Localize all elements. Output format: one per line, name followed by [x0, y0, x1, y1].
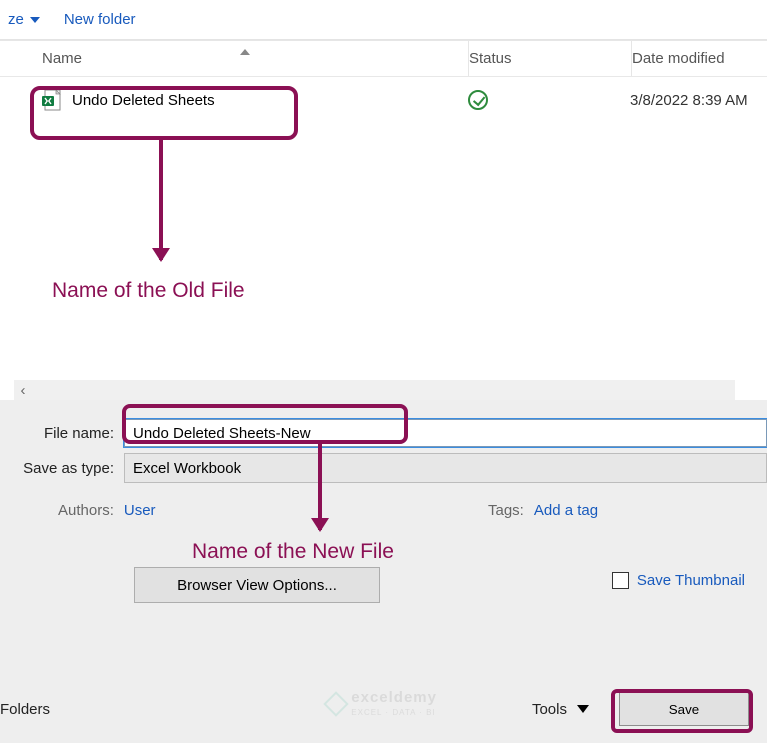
authors-value[interactable]: User — [124, 502, 156, 519]
file-name-cell: Undo Deleted Sheets — [0, 89, 468, 111]
sort-ascending-icon — [240, 49, 250, 55]
file-row[interactable]: Undo Deleted Sheets 3/8/2022 8:39 AM — [0, 77, 767, 123]
folders-label: Folders — [0, 701, 50, 718]
save-button-label: Save — [669, 702, 699, 717]
column-header-name[interactable]: Name — [0, 50, 468, 67]
file-name-label: File name: — [0, 425, 124, 442]
excel-file-icon — [42, 89, 62, 111]
column-header-date[interactable]: Date modified — [632, 50, 767, 67]
save-thumbnail-label[interactable]: Save Thumbnail — [637, 572, 745, 589]
tools-label: Tools — [532, 701, 567, 718]
tags-label: Tags: — [488, 502, 524, 519]
save-thumbnail-row: Save Thumbnail — [612, 572, 745, 589]
file-name-input[interactable] — [124, 419, 767, 447]
organize-dropdown[interactable]: ze — [8, 11, 40, 28]
file-status-cell — [468, 90, 630, 110]
column-date-label: Date modified — [632, 50, 725, 67]
annotation-new-file-text: Name of the New File — [192, 540, 394, 564]
hide-folders-toggle[interactable]: Folders — [0, 701, 50, 718]
tools-dropdown[interactable]: Tools — [532, 701, 589, 718]
dialog-bottom-row: Folders Tools Save — [0, 689, 767, 729]
new-folder-label: New folder — [64, 11, 136, 28]
column-header-status[interactable]: Status — [469, 50, 631, 67]
tags-add[interactable]: Add a tag — [534, 502, 598, 519]
chevron-down-icon — [577, 705, 589, 713]
browser-view-options-label: Browser View Options... — [177, 577, 337, 594]
save-thumbnail-checkbox[interactable] — [612, 572, 629, 589]
file-date-cell: 3/8/2022 8:39 AM — [630, 92, 767, 109]
save-panel: File name: Save as type: Excel Workbook … — [0, 400, 767, 743]
annotation-new-file-arrow — [318, 444, 322, 530]
save-type-select[interactable]: Excel Workbook — [124, 453, 767, 483]
annotation-old-file-arrow — [159, 140, 163, 260]
save-type-value: Excel Workbook — [133, 460, 241, 477]
authors-label: Authors: — [58, 502, 114, 519]
save-type-label: Save as type: — [0, 460, 124, 477]
new-folder-button[interactable]: New folder — [64, 11, 136, 28]
browser-view-options-button[interactable]: Browser View Options... — [134, 567, 380, 603]
file-list: Name Status Date modified Undo Deleted S… — [0, 40, 767, 400]
status-synced-icon — [468, 90, 488, 110]
column-name-label: Name — [42, 50, 82, 67]
horizontal-scrollbar[interactable]: ‹ — [14, 380, 735, 400]
scroll-left-icon[interactable]: ‹ — [14, 381, 32, 399]
metadata-row: Authors: User Tags: Add a tag — [0, 488, 767, 519]
column-status-label: Status — [469, 50, 512, 67]
file-name: Undo Deleted Sheets — [72, 92, 215, 109]
chevron-down-icon — [30, 17, 40, 23]
annotation-old-file-text: Name of the Old File — [52, 279, 245, 303]
list-header: Name Status Date modified — [0, 41, 767, 77]
toolbar: ze New folder — [0, 0, 767, 40]
save-button[interactable]: Save — [619, 692, 749, 726]
organize-label: ze — [8, 11, 24, 28]
